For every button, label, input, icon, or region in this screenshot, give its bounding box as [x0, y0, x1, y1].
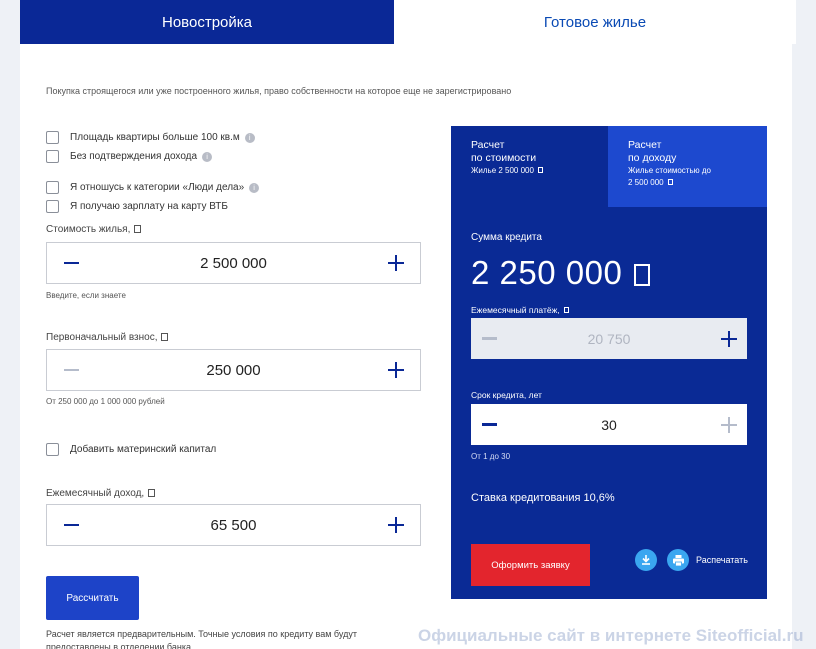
- minus-icon: [63, 368, 79, 372]
- tab-new-building[interactable]: Новостройка: [20, 0, 394, 44]
- price-increase-button[interactable]: [376, 243, 416, 283]
- loan-sum-value: 2 250 000: [471, 254, 651, 292]
- currency-icon: [563, 307, 569, 313]
- price-stepper[interactable]: 2 500 000: [46, 242, 421, 284]
- checkbox-label: Без подтверждения дохода: [70, 151, 198, 162]
- currency-icon: [161, 333, 169, 341]
- payment-decrease-button[interactable]: [473, 318, 505, 359]
- checkbox-box[interactable]: [46, 200, 59, 213]
- currency-icon: [634, 264, 651, 286]
- checkbox-business-people[interactable]: Я отношусь к категории «Люди дела» i: [46, 181, 260, 194]
- disclaimer-text: Расчет является предварительным. Точные …: [46, 629, 357, 649]
- tab-subtitle: 2 500 000: [628, 177, 767, 189]
- down-payment-label: Первоначальный взнос,: [46, 332, 169, 343]
- result-panel: Расчет по стоимости Жилье 2 500 000 Расч…: [451, 126, 767, 599]
- tab-calc-by-cost[interactable]: Расчет по стоимости Жилье 2 500 000: [451, 126, 608, 207]
- checkbox-box[interactable]: [46, 150, 59, 163]
- currency-icon: [667, 179, 673, 185]
- checkbox-label: Я получаю зарплату на карту ВТБ: [70, 201, 228, 212]
- calculate-button[interactable]: Рассчитать: [46, 576, 139, 620]
- tab-subtitle: Жилье стоимостью до: [628, 166, 711, 175]
- down-payment-decrease-button[interactable]: [51, 350, 91, 390]
- loan-term-stepper[interactable]: 30: [471, 404, 747, 445]
- down-payment-value[interactable]: 250 000: [206, 362, 260, 379]
- currency-icon: [537, 167, 543, 173]
- tab-subtitle: Жилье 2 500 000: [471, 165, 608, 177]
- download-icon[interactable]: [635, 549, 657, 571]
- checkbox-label: Площадь квартиры больше 100 кв.м: [70, 132, 240, 143]
- down-payment-hint: От 250 000 до 1 000 000 рублей: [46, 397, 165, 406]
- plus-icon: [388, 517, 404, 533]
- tab-calc-by-income[interactable]: Расчет по доходу Жилье стоимостью до 2 5…: [608, 126, 767, 207]
- minus-icon: [481, 337, 497, 340]
- minus-icon: [63, 261, 79, 265]
- mortgage-type-tabs: Новостройка Готовое жилье: [20, 0, 796, 44]
- checkbox-box[interactable]: [46, 131, 59, 144]
- tab-title: Расчет: [471, 139, 505, 151]
- print-link[interactable]: Распечатать: [696, 555, 748, 565]
- checkbox-area-over-100[interactable]: Площадь квартиры больше 100 кв.м i: [46, 131, 255, 144]
- checkbox-maternity-capital[interactable]: Добавить материнский капитал: [46, 443, 216, 456]
- info-icon[interactable]: i: [202, 151, 213, 162]
- info-icon[interactable]: i: [249, 182, 260, 193]
- monthly-payment-stepper[interactable]: 20 750: [471, 318, 747, 359]
- price-decrease-button[interactable]: [51, 243, 91, 283]
- tab-title: Расчет: [628, 139, 662, 151]
- income-decrease-button[interactable]: [51, 505, 91, 545]
- term-decrease-button[interactable]: [473, 404, 505, 445]
- intro-text: Покупка строящегося или уже построенного…: [46, 86, 512, 96]
- tab-ready-housing[interactable]: Готовое жилье: [394, 0, 796, 44]
- price-label: Стоимость жилья,: [46, 224, 142, 235]
- plus-icon: [388, 362, 404, 378]
- term-increase-button[interactable]: [713, 404, 745, 445]
- info-icon[interactable]: i: [244, 132, 255, 143]
- income-label: Ежемесячный доход,: [46, 488, 156, 499]
- loan-term-hint: От 1 до 30: [471, 452, 511, 461]
- minus-icon: [63, 523, 79, 527]
- checkbox-label: Я отношусь к категории «Люди дела»: [70, 182, 245, 193]
- down-payment-increase-button[interactable]: [376, 350, 416, 390]
- monthly-payment-label: Ежемесячный платёж,: [471, 305, 569, 315]
- down-payment-stepper[interactable]: 250 000: [46, 349, 421, 391]
- price-value[interactable]: 2 500 000: [200, 255, 267, 272]
- currency-icon: [134, 225, 142, 233]
- checkbox-box[interactable]: [46, 181, 59, 194]
- payment-increase-button[interactable]: [713, 318, 745, 359]
- apply-button[interactable]: Оформить заявку: [471, 544, 590, 586]
- currency-icon: [148, 489, 156, 497]
- checkbox-box[interactable]: [46, 443, 59, 456]
- loan-term-value[interactable]: 30: [601, 417, 617, 433]
- income-increase-button[interactable]: [376, 505, 416, 545]
- plus-icon: [721, 330, 737, 347]
- checkbox-no-income-proof[interactable]: Без подтверждения дохода i: [46, 150, 213, 163]
- income-stepper[interactable]: 65 500: [46, 504, 421, 546]
- checkbox-vtb-salary[interactable]: Я получаю зарплату на карту ВТБ: [46, 200, 228, 213]
- interest-rate: Ставка кредитования 10,6%: [471, 492, 615, 504]
- checkbox-label: Добавить материнский капитал: [70, 444, 217, 455]
- price-hint: Введите, если знаете: [46, 291, 126, 300]
- tab-title: по стоимости: [471, 152, 537, 164]
- printer-icon[interactable]: [667, 549, 689, 571]
- income-value[interactable]: 65 500: [211, 517, 257, 534]
- loan-sum-label: Сумма кредита: [471, 232, 542, 243]
- loan-term-label: Срок кредита, лет: [471, 390, 542, 400]
- plus-icon: [721, 416, 737, 433]
- plus-icon: [388, 255, 404, 271]
- watermark-text: Официальные сайт в интернете Siteofficia…: [418, 626, 804, 645]
- monthly-payment-value[interactable]: 20 750: [588, 331, 631, 347]
- minus-icon: [481, 423, 497, 426]
- tab-title: по доходу: [628, 152, 677, 164]
